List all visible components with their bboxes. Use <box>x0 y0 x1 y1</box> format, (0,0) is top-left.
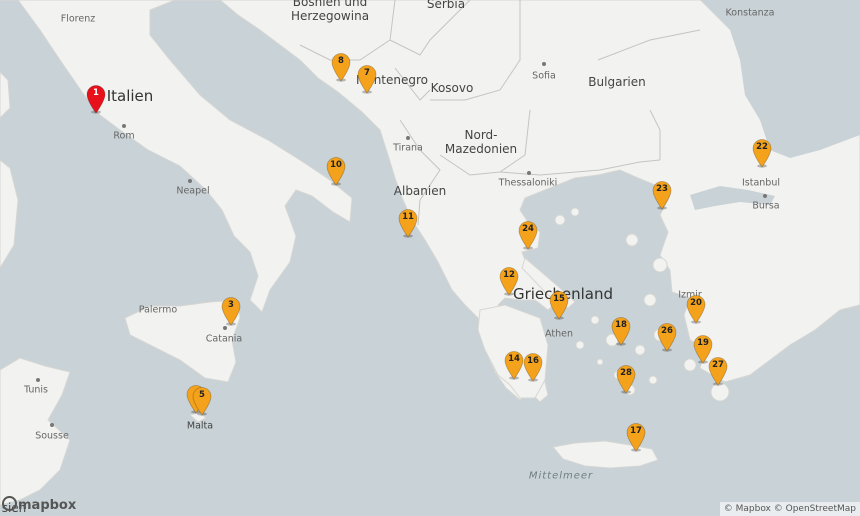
label-albanien: Albanien <box>393 184 447 198</box>
label-bosnien: Bosnien und <box>292 0 368 9</box>
attribution-osm-link[interactable]: © OpenStreetMap <box>774 504 856 514</box>
label-italien: Italien <box>106 87 154 105</box>
label-mittelmeer: Mittelmeer <box>528 470 594 482</box>
map-marker[interactable]: 17 <box>625 422 647 452</box>
marker-number: 23 <box>656 184 668 194</box>
mapbox-ring-icon <box>2 496 17 511</box>
marker-number: 16 <box>527 356 539 366</box>
label-sofia: Sofia <box>532 70 556 82</box>
label-tunis: Tunis <box>24 384 48 396</box>
map-basemap <box>0 0 860 516</box>
city-dot-sousse <box>50 423 54 427</box>
label-neapel: Neapel <box>176 185 210 197</box>
map-marker[interactable]: 23 <box>651 180 673 210</box>
label-tirana: Tirana <box>393 142 423 154</box>
map-marker[interactable]: 20 <box>685 294 707 324</box>
marker-number: 15 <box>553 294 565 304</box>
city-dot-tunis <box>36 378 40 382</box>
marker-number: 17 <box>630 426 642 436</box>
map-attribution: © Mapbox © OpenStreetMap <box>719 502 860 516</box>
map-marker[interactable]: 11 <box>397 208 419 238</box>
label-herzegowina: Herzegowina <box>290 9 370 23</box>
city-dot-neapel <box>188 179 192 183</box>
label-bursa: Bursa <box>752 200 780 212</box>
label-palermo: Palermo <box>138 304 178 316</box>
marker-number: 11 <box>402 212 414 222</box>
map-marker[interactable]: 15 <box>548 290 570 320</box>
marker-number: 3 <box>228 300 234 310</box>
city-dot-thessaloniki <box>527 171 531 175</box>
marker-number: 1 <box>93 88 99 98</box>
label-rom: Rom <box>113 130 135 142</box>
map-marker[interactable]: 5 <box>191 386 213 416</box>
map-marker[interactable]: 28 <box>615 364 637 394</box>
map-marker[interactable]: 18 <box>610 316 632 346</box>
map-marker[interactable]: 22 <box>751 138 773 168</box>
city-dot-tirana <box>406 136 410 140</box>
map-marker[interactable]: 12 <box>498 266 520 296</box>
label-athen: Athen <box>545 328 573 340</box>
city-dot-bursa <box>763 194 767 198</box>
label-konstanza: Konstanza <box>725 7 775 19</box>
label-sousse: Sousse <box>35 430 69 442</box>
city-dot-catania <box>223 326 227 330</box>
marker-number: 18 <box>615 320 627 330</box>
map-marker[interactable]: 27 <box>707 356 729 386</box>
marker-number: 27 <box>712 360 724 370</box>
marker-number: 7 <box>364 68 370 78</box>
label-thessaloniki: Thessaloniki <box>498 177 558 189</box>
marker-number: 22 <box>756 142 768 152</box>
label-nordmazedonien-2: Mazedonien <box>444 142 518 156</box>
label-florenz: Florenz <box>60 13 96 25</box>
marker-number: 5 <box>199 390 205 400</box>
marker-number: 26 <box>661 326 673 336</box>
label-kosovo: Kosovo <box>430 81 474 95</box>
map-marker[interactable]: 26 <box>656 322 678 352</box>
marker-number: 12 <box>503 270 515 280</box>
map-marker[interactable]: 3 <box>220 296 242 326</box>
map-marker[interactable]: 10 <box>325 156 347 186</box>
map-marker[interactable]: 8 <box>330 52 352 82</box>
mapbox-logo-text: mapbox <box>18 498 77 513</box>
label-bulgarien: Bulgarien <box>588 75 646 89</box>
map-canvas[interactable]: Italien Bosnien und Herzegowina Serbia M… <box>0 0 860 516</box>
map-marker[interactable]: 16 <box>522 352 544 382</box>
mapbox-logo[interactable]: mapbox <box>2 496 76 513</box>
marker-number: 19 <box>697 338 709 348</box>
map-marker-selected[interactable]: 1 <box>85 84 107 114</box>
map-marker[interactable]: 24 <box>517 220 539 250</box>
attribution-mapbox-link[interactable]: © Mapbox <box>724 504 771 514</box>
marker-number: 20 <box>690 298 702 308</box>
map-marker[interactable]: 7 <box>356 64 378 94</box>
city-dot-rom <box>122 124 126 128</box>
marker-number: 28 <box>620 368 632 378</box>
label-nordmazedonien-1: Nord- <box>464 128 498 142</box>
marker-number: 10 <box>330 160 342 170</box>
label-malta: Malta <box>186 420 214 432</box>
city-dot-sofia <box>542 62 546 66</box>
marker-number: 8 <box>338 56 344 66</box>
marker-number: 24 <box>522 224 534 234</box>
label-istanbul: Istanbul <box>741 177 781 189</box>
label-catania: Catania <box>205 333 243 345</box>
label-serbia: Serbia <box>426 0 466 11</box>
